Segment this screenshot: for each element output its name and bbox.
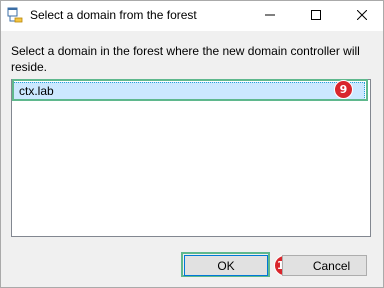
close-icon [356, 9, 368, 23]
maximize-button[interactable] [293, 1, 339, 31]
maximize-icon [311, 9, 321, 23]
instruction-text: Select a domain in the forest where the … [11, 44, 360, 74]
ok-button[interactable]: OK [184, 255, 268, 276]
step-highlight-list [12, 79, 368, 101]
cancel-button[interactable]: Cancel [282, 255, 367, 276]
cancel-label: Cancel [312, 258, 351, 273]
minimize-button[interactable] [247, 1, 293, 31]
minimize-icon [265, 9, 275, 23]
directory-tree-icon [7, 7, 23, 23]
close-button[interactable] [339, 1, 384, 31]
dialog-window: Select a domain from the forest Select a… [0, 0, 384, 288]
domain-listbox[interactable]: ctx.lab [11, 79, 371, 237]
step-badge: 9 [334, 80, 353, 99]
title-bar[interactable]: Select a domain from the forest [1, 1, 383, 31]
window-title: Select a domain from the forest [30, 8, 197, 22]
